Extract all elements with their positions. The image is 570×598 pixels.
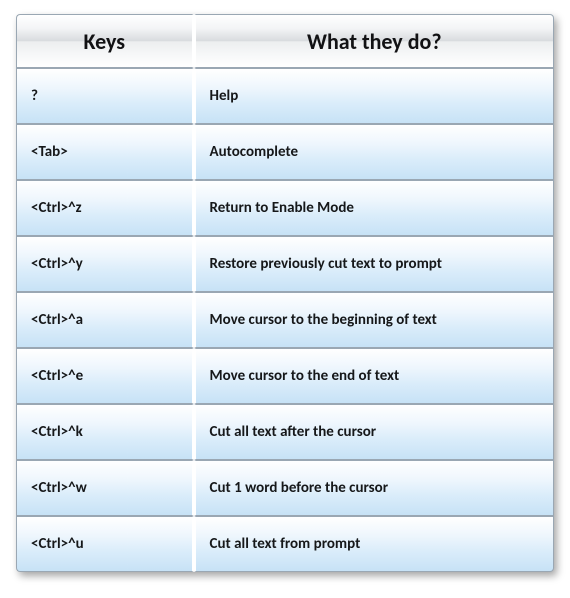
- cell-desc: Cut all text from prompt: [194, 516, 554, 572]
- shortcut-table: Keys What they do? ? Help <Tab> Autocomp…: [16, 14, 554, 572]
- cell-key: <Tab>: [16, 124, 194, 180]
- cell-key: <Ctrl>^y: [16, 236, 194, 292]
- header-desc: What they do?: [194, 14, 554, 68]
- table-row: ? Help: [16, 68, 554, 124]
- table-row: <Ctrl>^u Cut all text from prompt: [16, 516, 554, 572]
- cell-key: <Ctrl>^z: [16, 180, 194, 236]
- cell-desc: Restore previously cut text to prompt: [194, 236, 554, 292]
- table-row: <Ctrl>^y Restore previously cut text to …: [16, 236, 554, 292]
- cell-desc: Autocomplete: [194, 124, 554, 180]
- cell-key: <Ctrl>^a: [16, 292, 194, 348]
- cell-desc: Move cursor to the beginning of text: [194, 292, 554, 348]
- table-header-row: Keys What they do?: [16, 14, 554, 68]
- cell-key: <Ctrl>^k: [16, 404, 194, 460]
- cell-desc: Cut all text after the cursor: [194, 404, 554, 460]
- cell-desc: Help: [194, 68, 554, 124]
- cell-key: <Ctrl>^u: [16, 516, 194, 572]
- table-row: <Ctrl>^w Cut 1 word before the cursor: [16, 460, 554, 516]
- cell-desc: Move cursor to the end of text: [194, 348, 554, 404]
- table-row: <Ctrl>^z Return to Enable Mode: [16, 180, 554, 236]
- cell-desc: Return to Enable Mode: [194, 180, 554, 236]
- table-row: <Ctrl>^a Move cursor to the beginning of…: [16, 292, 554, 348]
- header-keys: Keys: [16, 14, 194, 68]
- cell-key: <Ctrl>^w: [16, 460, 194, 516]
- cell-key: ?: [16, 68, 194, 124]
- table-row: <Ctrl>^e Move cursor to the end of text: [16, 348, 554, 404]
- table-row: <Ctrl>^k Cut all text after the cursor: [16, 404, 554, 460]
- cell-desc: Cut 1 word before the cursor: [194, 460, 554, 516]
- table-row: <Tab> Autocomplete: [16, 124, 554, 180]
- cell-key: <Ctrl>^e: [16, 348, 194, 404]
